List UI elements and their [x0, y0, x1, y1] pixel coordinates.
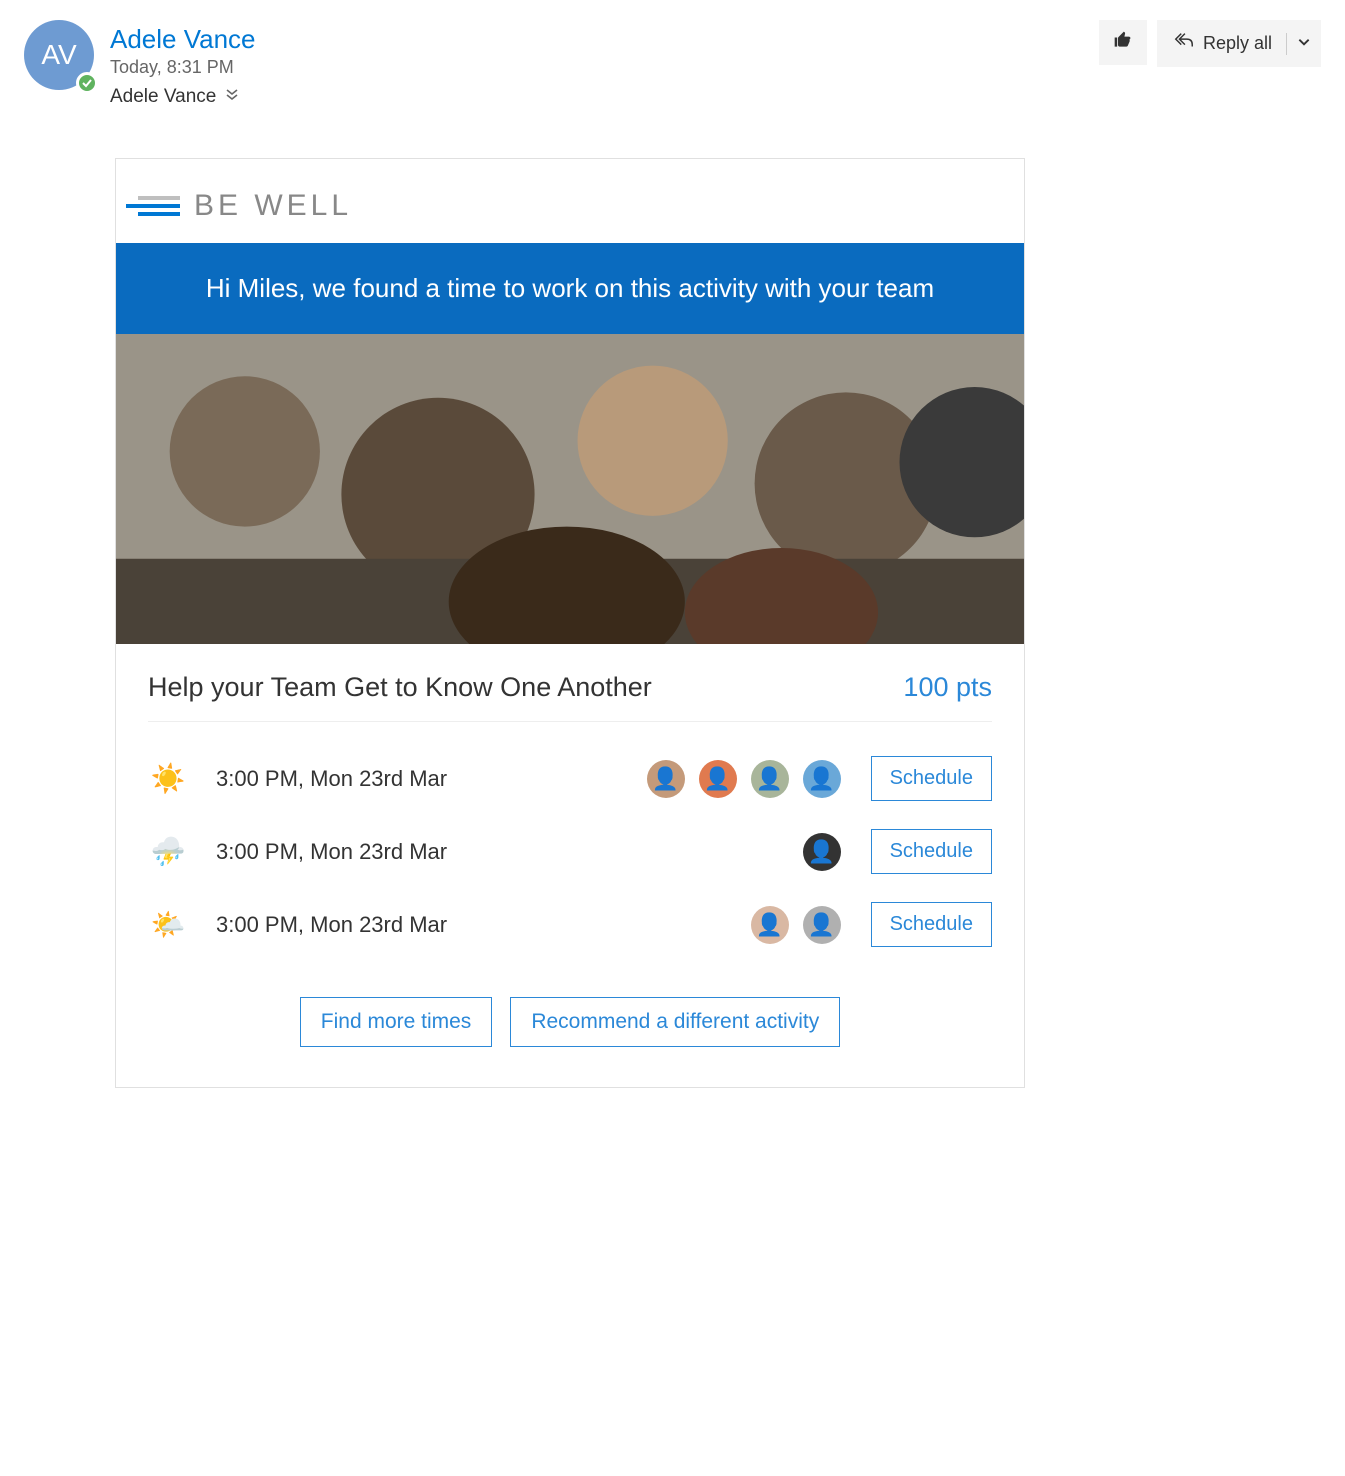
brand-logo-icon	[118, 196, 180, 216]
sunny-icon: ☀️	[148, 761, 188, 797]
time-slots-list: ☀️3:00 PM, Mon 23rd Mar👤👤👤👤Schedule⛈️3:0…	[148, 722, 992, 961]
attendee-avatars: 👤 👤 👤 👤	[647, 760, 841, 798]
attendee-avatars: 👤👤	[751, 906, 841, 944]
card-body: Help your Team Get to Know One Another 1…	[116, 644, 1024, 1087]
partly-cloudy-icon: 🌤️	[148, 907, 188, 943]
recipient-name: Adele Vance	[110, 86, 216, 108]
attendee-avatar[interactable]: 👤	[751, 906, 789, 944]
brand-row: BE WELL	[118, 159, 1024, 243]
find-more-times-button[interactable]: Find more times	[300, 997, 493, 1047]
recommend-activity-button[interactable]: Recommend a different activity	[510, 997, 840, 1047]
attendee-avatar[interactable]: 👤	[751, 760, 789, 798]
reply-all-button[interactable]: Reply all	[1157, 20, 1321, 67]
attendee-avatar[interactable]: 👤	[803, 833, 841, 871]
card-footer: Find more times Recommend a different ac…	[148, 961, 992, 1057]
activity-points: 100 pts	[903, 672, 992, 703]
schedule-button[interactable]: Schedule	[871, 756, 992, 801]
attendee-avatar[interactable]: 👤	[699, 760, 737, 798]
thumbs-up-icon	[1113, 30, 1133, 55]
email-timestamp: Today, 8:31 PM	[110, 57, 1099, 78]
header-info: Adele Vance Today, 8:31 PM Adele Vance	[110, 20, 1099, 108]
sender-avatar[interactable]: AV	[24, 20, 94, 90]
time-slot: ⛈️ 3:00 PM, Mon 23rd Mar 👤 Schedule	[148, 815, 992, 888]
attendee-avatar[interactable]: 👤	[803, 906, 841, 944]
header-actions: Reply all	[1099, 20, 1321, 67]
attendee-avatar[interactable]: 👤	[647, 760, 685, 798]
card-banner: Hi Miles, we found a time to work on thi…	[116, 243, 1024, 334]
email-header: AV Adele Vance Today, 8:31 PM Adele Vanc…	[0, 0, 1345, 108]
activity-card: BE WELL Hi Miles, we found a time to wor…	[115, 158, 1025, 1088]
reply-all-label: Reply all	[1203, 33, 1272, 54]
hero-image	[116, 334, 1024, 644]
activity-header: Help your Team Get to Know One Another 1…	[148, 644, 992, 722]
activity-title: Help your Team Get to Know One Another	[148, 672, 652, 703]
schedule-button[interactable]: Schedule	[871, 902, 992, 947]
storm-icon: ⛈️	[148, 834, 188, 870]
slot-time: 3:00 PM, Mon 23rd Mar	[216, 912, 447, 938]
time-slot: ☀️ 3:00 PM, Mon 23rd Mar 👤 👤 👤 👤 Schedule	[148, 742, 992, 815]
recipient-row[interactable]: Adele Vance	[110, 86, 1099, 108]
button-divider	[1286, 33, 1287, 55]
attendee-avatars: 👤	[803, 833, 841, 871]
brand-text: BE WELL	[194, 189, 352, 223]
schedule-button[interactable]: Schedule	[871, 829, 992, 874]
slot-time: 3:00 PM, Mon 23rd Mar	[216, 766, 447, 792]
attendee-avatar[interactable]: 👤	[803, 760, 841, 798]
slot-time: 3:00 PM, Mon 23rd Mar	[216, 839, 447, 865]
like-button[interactable]	[1099, 20, 1147, 65]
expand-recipients-icon[interactable]	[224, 86, 240, 108]
presence-available-icon	[76, 72, 98, 94]
reply-options-caret-icon[interactable]	[1297, 33, 1311, 54]
reply-all-icon	[1173, 30, 1195, 57]
time-slot: 🌤️3:00 PM, Mon 23rd Mar👤👤Schedule	[148, 888, 992, 961]
sender-name[interactable]: Adele Vance	[110, 24, 1099, 55]
